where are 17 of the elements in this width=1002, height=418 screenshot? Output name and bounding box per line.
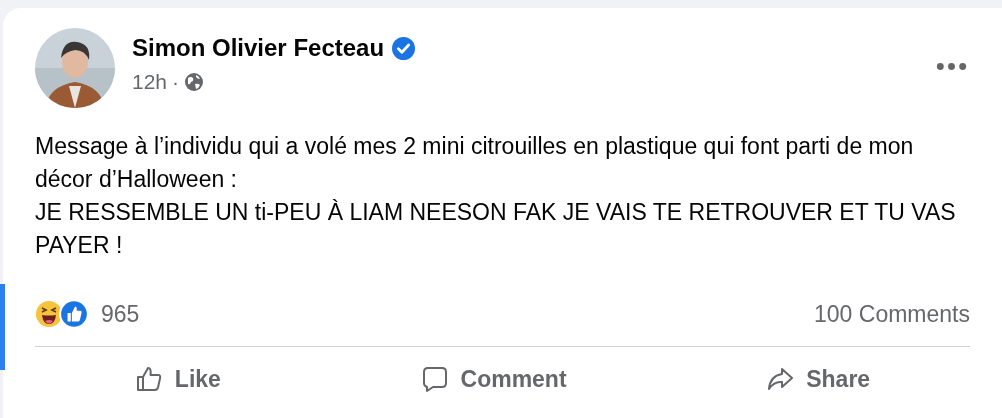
- reaction-count[interactable]: 965: [101, 300, 140, 328]
- separator: ·: [172, 70, 180, 94]
- post-text: Message à l’individu qui a volé mes 2 mini citrouilles en plastique qui font parti de mon décor d’Halloween :: [35, 132, 915, 194]
- action-button[interactable]: Share: [766, 365, 871, 393]
- more-options-icon[interactable]: [936, 62, 967, 71]
- speech-bubble-icon: [420, 365, 449, 393]
- laughing-emoji-icon: [35, 300, 63, 328]
- globe-icon: [184, 72, 205, 92]
- action-button[interactable]: Comment: [420, 365, 567, 393]
- share-arrow-icon: [766, 365, 795, 393]
- action-button[interactable]: Like: [134, 365, 221, 393]
- thumbs-up-icon: [59, 299, 89, 329]
- post-time[interactable]: 12h: [132, 70, 168, 94]
- thumbs-up-icon: [134, 365, 163, 393]
- post-text: JE RESSEMBLE UN ti-PEU À LIAM NEESON FAK JE VAIS TE RETROUVER ET TU VAS PAYER !: [35, 198, 957, 260]
- author-name[interactable]: Simon Olivier Fecteau: [132, 34, 385, 62]
- comment-count[interactable]: 100 Comments: [814, 300, 970, 328]
